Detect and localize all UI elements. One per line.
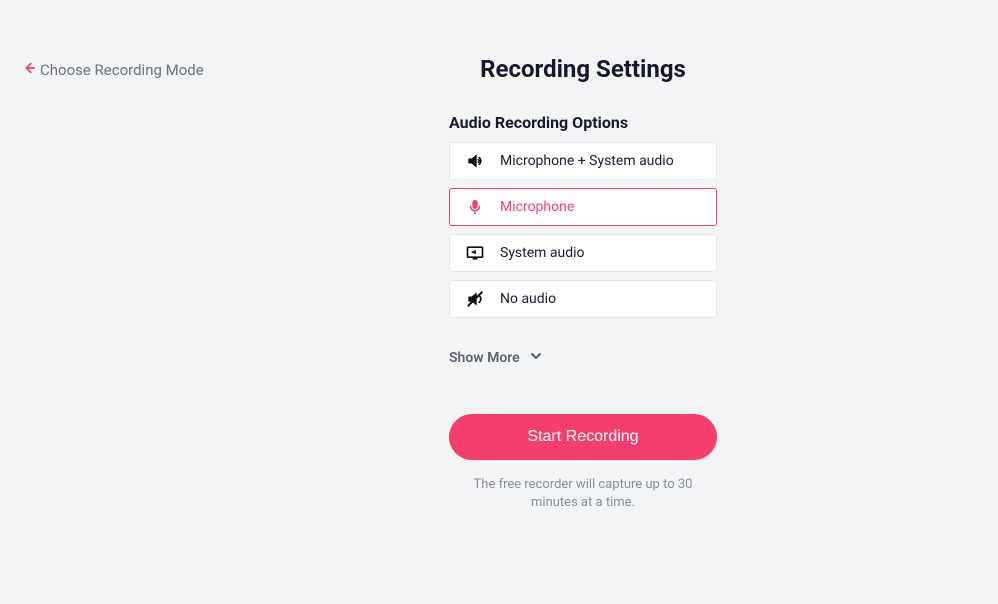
audio-option-mic-system[interactable]: Microphone + System audio <box>449 142 717 180</box>
audio-option-list: Microphone + System audio Microphone <box>449 142 717 318</box>
audio-option-mic[interactable]: Microphone <box>449 188 717 226</box>
audio-option-none[interactable]: No audio <box>449 280 717 318</box>
audio-option-label: No audio <box>500 291 556 307</box>
start-recording-button[interactable]: Start Recording <box>449 414 717 460</box>
show-more-toggle[interactable]: Show More <box>449 350 717 366</box>
audio-option-label: System audio <box>500 245 585 261</box>
back-link[interactable]: Choose Recording Mode <box>22 61 204 79</box>
show-more-label: Show More <box>449 350 520 366</box>
speaker-icon <box>464 150 486 172</box>
audio-option-label: Microphone <box>500 199 574 215</box>
chevron-down-icon <box>530 350 542 366</box>
back-link-label: Choose Recording Mode <box>40 61 204 79</box>
arrow-left-icon <box>22 61 36 79</box>
audio-option-system[interactable]: System audio <box>449 234 717 272</box>
disclaimer-text: The free recorder will capture up to 30 … <box>449 476 717 512</box>
monitor-audio-icon <box>464 242 486 264</box>
audio-section-title: Audio Recording Options <box>449 113 717 132</box>
audio-option-label: Microphone + System audio <box>500 153 674 169</box>
microphone-icon <box>464 196 486 218</box>
mute-icon <box>464 288 486 310</box>
page-title: Recording Settings <box>449 55 717 83</box>
